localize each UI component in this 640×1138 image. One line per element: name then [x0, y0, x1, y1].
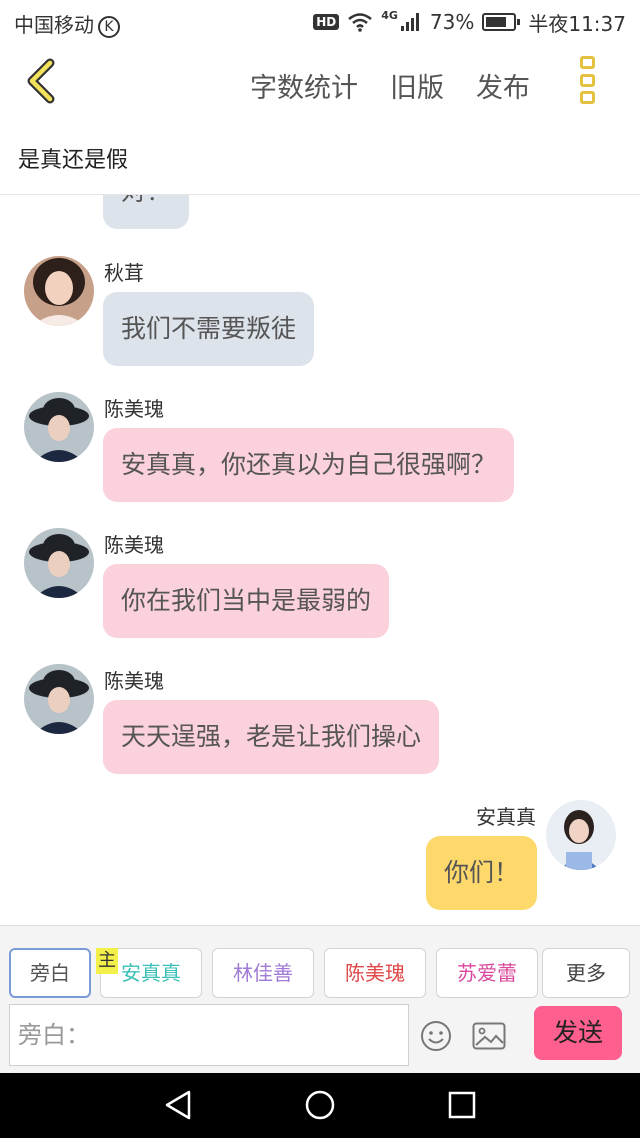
message-bubble[interactable]: 你们！	[425, 836, 537, 910]
avatar-image	[546, 800, 616, 870]
menu-dot	[580, 91, 595, 104]
sender-name: 陈美瑰	[104, 669, 164, 693]
navigation-bar	[0, 1073, 640, 1138]
role-button-chen-meigui[interactable]: 陈美瑰	[324, 948, 426, 998]
avatar[interactable]	[24, 664, 94, 734]
word-count-button[interactable]: 字数统计	[250, 66, 358, 105]
main-character-badge: 主	[96, 948, 118, 974]
avatar[interactable]	[24, 528, 94, 598]
more-menu-icon[interactable]	[580, 56, 596, 104]
top-actions: 字数统计 旧版 发布	[250, 66, 530, 105]
send-button[interactable]: 发送	[534, 1006, 622, 1060]
more-roles-button[interactable]: 更多	[542, 948, 630, 998]
message-bubble[interactable]: 天天逞强，老是让我们操心	[103, 700, 440, 774]
sender-name: 陈美瑰	[104, 533, 164, 557]
sender-name: 陈美瑰	[104, 397, 164, 421]
message-bubble[interactable]: 我们不需要叛徒	[103, 292, 315, 366]
home-nav-icon[interactable]	[304, 1089, 336, 1121]
role-narrator-button[interactable]: 旁白	[9, 948, 91, 998]
carrier-badge-icon: K	[98, 16, 120, 38]
chat-area[interactable]: 对！ 秋茸 我们不需要叛徒 陈美瑰 安真真，你还真以为自己很强啊？	[0, 195, 640, 925]
top-bar: 字数统计 旧版 发布	[0, 44, 640, 120]
back-arrow-icon[interactable]	[22, 58, 62, 104]
menu-dot	[580, 73, 595, 87]
message-text: 我们不需要叛徒	[121, 314, 297, 343]
message-text: 你们！	[443, 858, 519, 887]
avatar-image	[24, 256, 94, 326]
sender-name: 秋茸	[104, 261, 144, 285]
signal-icon	[400, 13, 419, 31]
status-indicators: HD 4G 73% 半夜11:37	[313, 9, 626, 36]
clock: 半夜11:37	[528, 11, 626, 36]
story-title: 是真还是假	[18, 148, 129, 173]
message-bubble[interactable]: 你在我们当中是最弱的	[103, 564, 390, 638]
avatar-image	[24, 664, 94, 734]
role-button-lin-jiashan[interactable]: 林佳善	[212, 948, 314, 998]
publish-button[interactable]: 发布	[476, 66, 530, 105]
old-version-button[interactable]: 旧版	[390, 66, 444, 105]
avatar-image	[24, 392, 94, 462]
message-text: 天天逞强，老是让我们操心	[121, 722, 422, 751]
carrier-name: 中国移动	[14, 13, 94, 37]
hd-icon: HD	[313, 14, 340, 30]
message-text: 你在我们当中是最弱的	[121, 586, 372, 615]
back-nav-icon[interactable]	[163, 1089, 195, 1121]
image-icon[interactable]	[472, 1022, 506, 1050]
status-bar: 中国移动 K HD 4G 73% 半夜11:37	[0, 0, 640, 44]
carrier: 中国移动 K	[14, 9, 120, 38]
network-label: 4G	[381, 9, 398, 22]
role-button-su-ailei[interactable]: 苏爱蕾	[436, 948, 538, 998]
sender-name: 安真真	[476, 805, 536, 829]
avatar-image	[24, 528, 94, 598]
wifi-icon	[348, 13, 373, 32]
message-bubble[interactable]: 对！	[103, 195, 190, 229]
message-text: 安真真，你还真以为自己很强啊？	[121, 450, 497, 479]
recent-apps-nav-icon[interactable]	[448, 1089, 476, 1121]
avatar[interactable]	[24, 256, 94, 326]
avatar[interactable]	[24, 392, 94, 462]
avatar[interactable]	[546, 800, 616, 870]
battery-icon	[482, 13, 521, 31]
menu-dot	[580, 56, 595, 69]
message-bubble[interactable]: 安真真，你还真以为自己很强啊？	[103, 428, 515, 502]
message-input[interactable]: 旁白：	[9, 1004, 409, 1066]
emoji-icon[interactable]	[420, 1020, 452, 1052]
input-area: 旁白 安真真 主 林佳善 陈美瑰 苏爱蕾 更多 旁白： 发送	[0, 925, 640, 1073]
message-text: 对！	[121, 195, 171, 206]
battery-percent: 73%	[429, 10, 475, 34]
